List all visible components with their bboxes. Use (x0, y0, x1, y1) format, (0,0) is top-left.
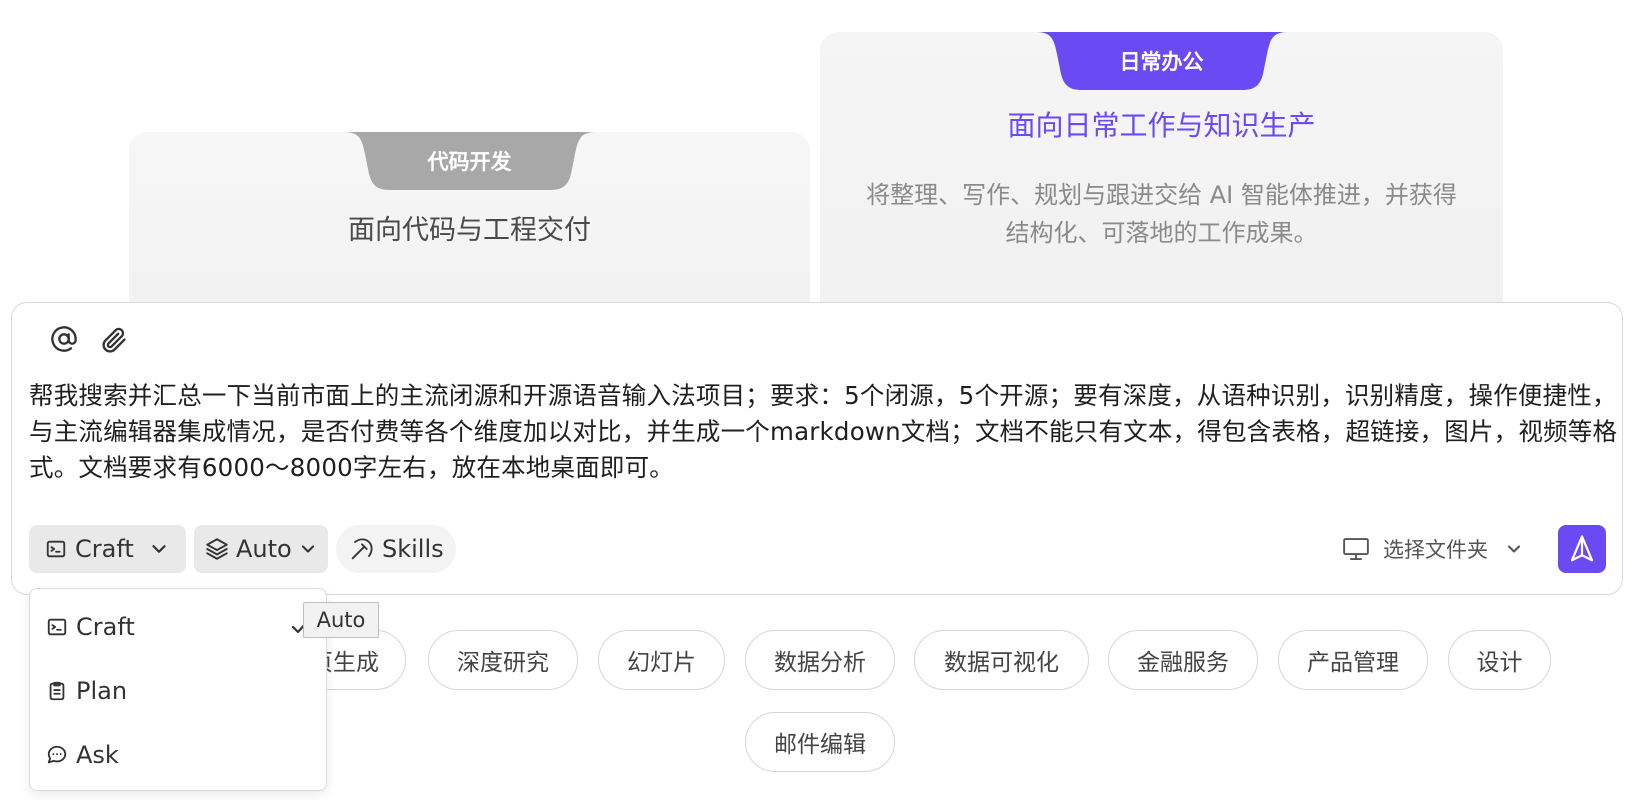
chat-composer: 帮我搜索并汇总一下当前市面上的主流闭源和开源语音输入法项目；要求：5个闭源，5个… (11, 302, 1623, 595)
model-label: Auto (236, 535, 292, 563)
skills-label: Skills (382, 535, 444, 563)
send-button[interactable] (1558, 525, 1606, 573)
card-tab-office: 日常办公 (1035, 32, 1288, 90)
suggestion-pill[interactable]: 数据分析 (745, 630, 895, 690)
card-title: 面向代码与工程交付 (348, 215, 591, 246)
chevron-down-icon (301, 545, 314, 553)
suggestion-pill[interactable]: 设计 (1448, 630, 1551, 690)
layers-icon (206, 538, 228, 560)
paperclip-icon[interactable] (96, 321, 132, 357)
menu-item-label: Ask (76, 741, 119, 769)
composer-toolbar (46, 321, 132, 357)
send-arrow-icon (1570, 535, 1594, 562)
card-code-development[interactable]: 代码开发 面向代码与工程交付 (129, 132, 810, 322)
pickaxe-icon (351, 538, 373, 560)
chevron-down-icon (152, 545, 166, 553)
mode-selector[interactable]: Craft (29, 525, 186, 573)
menu-item-ask[interactable]: Ask (46, 733, 312, 777)
mode-dropdown-menu: Craft Plan Ask (29, 588, 327, 791)
suggestion-pill[interactable]: 数据可视化 (914, 630, 1089, 690)
clipboard-icon (49, 681, 65, 701)
prompt-input[interactable]: 帮我搜索并汇总一下当前市面上的主流闭源和开源语音输入法项目；要求：5个闭源，5个… (29, 378, 1619, 486)
menu-item-label: Plan (76, 677, 128, 705)
card-daily-office[interactable]: 日常办公 面向日常工作与知识生产 将整理、写作、规划与跟进交给 AI 智能体推进… (820, 32, 1503, 322)
suggestion-pill[interactable]: 邮件编辑 (745, 712, 895, 772)
monitor-icon (1343, 538, 1369, 560)
skills-button[interactable]: Skills (336, 525, 456, 573)
menu-item-craft[interactable]: Craft (46, 605, 312, 649)
chevron-down-icon (1507, 545, 1521, 553)
model-selector[interactable]: Auto (194, 525, 328, 573)
menu-item-plan[interactable]: Plan (46, 669, 312, 713)
terminal-window-icon (46, 540, 66, 558)
composer-bottom-bar: Craft Auto Skills 选择文件夹 (29, 525, 1606, 573)
at-sign-icon[interactable] (46, 321, 82, 357)
folder-label: 选择文件夹 (1383, 538, 1488, 562)
menu-item-label: Craft (76, 613, 135, 641)
tooltip: Auto (303, 602, 379, 638)
suggestion-pill[interactable]: 深度研究 (428, 630, 578, 690)
folder-selector[interactable]: 选择文件夹 (1341, 525, 1524, 573)
suggestion-pill[interactable]: 产品管理 (1278, 630, 1428, 690)
mode-label: Craft (75, 535, 134, 563)
chat-bubble-icon (47, 745, 67, 764)
card-tab-code: 代码开发 (343, 132, 596, 190)
terminal-window-icon (47, 618, 67, 636)
card-title: 面向日常工作与知识生产 (1007, 109, 1316, 142)
card-tab-label: 日常办公 (1119, 50, 1204, 74)
card-description: 将整理、写作、规划与跟进交给 AI 智能体推进，并获得结构化、可落地的工作成果。 (866, 181, 1457, 247)
suggestion-pill[interactable]: 金融服务 (1108, 630, 1258, 690)
suggestion-pill[interactable]: 幻灯片 (598, 630, 725, 690)
card-tab-label: 代码开发 (427, 150, 512, 174)
